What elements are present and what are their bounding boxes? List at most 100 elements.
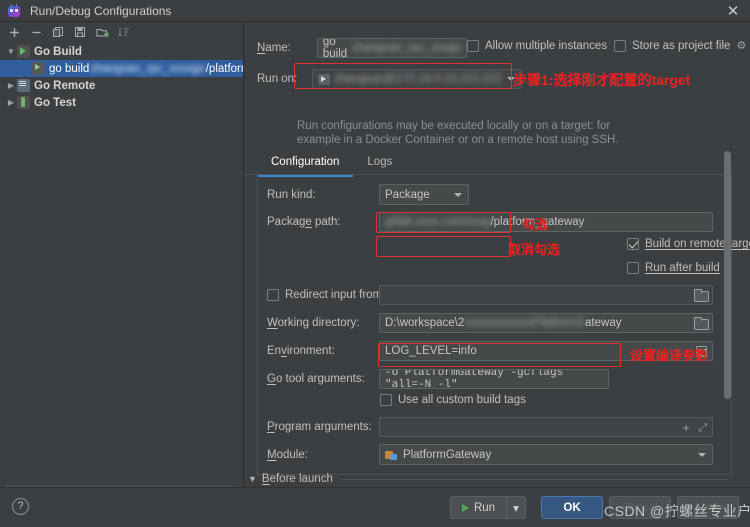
save-configuration-button[interactable] [71, 23, 89, 41]
sidebar-toolbar [0, 22, 244, 42]
browse-folder-icon[interactable] [694, 317, 709, 330]
go-test-icon [17, 96, 30, 109]
allow-multiple-instances-label: Allow multiple instances [485, 40, 608, 52]
chevron-down-icon[interactable] [507, 77, 516, 81]
tree-node-go-test[interactable]: ▶ Go Test [0, 94, 243, 111]
package-path-label: Package path: [267, 216, 341, 228]
run-kind-select[interactable]: Package [379, 184, 469, 205]
redirect-input-field[interactable] [379, 285, 713, 305]
working-directory-value-blurred: xxxxxxxxxxxxPlatformG [464, 317, 586, 329]
use-custom-build-tags-label: Use all custom build tags [398, 394, 526, 406]
expand-editor-icon[interactable]: ⤢ [698, 422, 707, 434]
module-label: Module: [267, 448, 308, 461]
go-tool-arguments-row: Go tool arguments: -o PlatformGateway -g… [267, 369, 730, 389]
store-as-project-file-row[interactable]: Store as project file ⚙ [614, 40, 748, 52]
run-after-build-checkbox[interactable] [627, 262, 639, 274]
build-on-remote-target-row[interactable]: Build on remote target [627, 238, 750, 250]
apply-button[interactable]: Apply [677, 496, 739, 519]
working-directory-input[interactable]: D:\workspace\2 xxxxxxxxxxxxPlatformG ate… [379, 313, 713, 333]
title-bar: Run/Debug Configurations ✕ [0, 0, 750, 22]
edit-environment-icon[interactable] [696, 346, 707, 357]
redirect-input-checkbox[interactable] [267, 289, 279, 301]
tree-node-label: Go Test [34, 96, 76, 109]
go-tool-arguments-label: Go tool arguments: [267, 373, 365, 385]
run-button[interactable]: Run [450, 496, 506, 519]
sort-icon[interactable] [115, 23, 133, 41]
before-launch-section[interactable]: ▼ Before launch [248, 473, 728, 485]
add-configuration-button[interactable] [5, 23, 23, 41]
chevron-down-icon[interactable] [454, 192, 462, 197]
window-title: Run/Debug Configurations [30, 3, 172, 18]
working-directory-label: Working directory: [267, 317, 360, 329]
package-path-value-blurred: gitlab.xxxx.com/xxxg [385, 216, 491, 228]
tree-node-label: Go Build [34, 45, 82, 58]
allow-multiple-instances-row[interactable]: Allow multiple instances [467, 40, 607, 52]
package-path-row: Package path: gitlab.xxxx.com/xxxg /plat… [267, 212, 730, 232]
go-remote-icon [17, 79, 30, 92]
build-on-remote-target-label: Build on remote target [645, 238, 750, 250]
close-icon[interactable]: ✕ [725, 3, 741, 19]
configuration-detail-panel: NName:ame: go build zhangsan_rpc_xxxgo A… [245, 22, 750, 527]
tree-node-label: Go Remote [34, 79, 96, 92]
name-input[interactable]: go build zhangsan_rpc_xxxgo [316, 38, 467, 58]
name-input-value-blurred: zhangsan_rpc_xxxgo [352, 42, 461, 54]
folder-move-icon[interactable] [93, 23, 111, 41]
browse-folder-icon[interactable] [694, 289, 709, 302]
help-button[interactable]: ? [12, 498, 29, 515]
module-value: PlatformGateway [403, 448, 492, 461]
store-as-project-file-checkbox[interactable] [614, 40, 626, 52]
chevron-down-icon[interactable] [698, 452, 706, 457]
environment-input[interactable]: LOG_LEVEL=info [379, 341, 713, 361]
module-icon [385, 449, 398, 461]
copy-configuration-button[interactable] [49, 23, 67, 41]
before-launch-label: Before launch [261, 473, 333, 485]
gear-icon[interactable]: ⚙ [736, 40, 748, 52]
name-label: NName:ame: [257, 42, 291, 54]
remove-configuration-button[interactable] [27, 23, 45, 41]
go-file-icon [32, 62, 45, 75]
build-on-remote-target-checkbox[interactable] [627, 238, 639, 250]
store-as-project-file-label: Store as project file [632, 40, 731, 52]
run-on-hint-line2: example in a Docker Container or on a re… [297, 134, 619, 146]
working-directory-row: Working directory: D:\workspace\2 xxxxxx… [267, 313, 730, 333]
chevron-right-icon[interactable]: ▶ [5, 97, 17, 109]
chevron-down-icon[interactable]: ▼ [248, 474, 257, 484]
run-button-label: Run [473, 501, 496, 514]
allow-multiple-instances-checkbox[interactable] [467, 40, 479, 52]
run-dropdown-button[interactable]: ▾ [506, 496, 526, 519]
use-custom-build-tags-checkbox[interactable] [380, 394, 392, 406]
working-directory-value-tail: ateway [585, 317, 622, 329]
run-kind-value: Package [385, 188, 430, 201]
cancel-button[interactable]: Cancel [609, 496, 671, 519]
tree-node-go-build[interactable]: ▼ Go Build [0, 43, 243, 60]
run-debug-configurations-dialog: Run/Debug Configurations ✕ ▼ Go Build go… [0, 0, 750, 527]
tree-node-label-tail: /platform_gatewa [205, 62, 243, 75]
program-arguments-row: Program arguments: + ⤢ [267, 417, 730, 437]
add-argument-icon[interactable]: + [682, 421, 690, 434]
package-path-input[interactable]: gitlab.xxxx.com/xxxg /platform_gateway [379, 212, 713, 232]
run-on-select[interactable]: zhangsan@172.16.0.10.222.222 [312, 69, 523, 89]
program-arguments-label: Program arguments: [267, 421, 372, 433]
go-tool-arguments-value: -o PlatformGateway -gcflags "all=-N -l" [385, 369, 564, 389]
tree-node-go-build-platform-gateway[interactable]: go build zhangsan_rpc_xxxxgo /platform_g… [0, 60, 243, 77]
ok-button[interactable]: OK [541, 496, 603, 519]
tree-node-go-remote[interactable]: ▶ Go Remote [0, 77, 243, 94]
run-after-build-row[interactable]: Run after build [627, 262, 720, 274]
working-directory-value: D:\workspace\2 [385, 317, 465, 329]
configurations-tree[interactable]: ▼ Go Build go build zhangsan_rpc_xxxxgo … [0, 43, 243, 481]
environment-row: Environment: LOG_LEVEL=info [267, 341, 730, 361]
dialog-button-bar: ? Run ▾ OK Cancel Apply [0, 487, 750, 527]
redirect-input-label: Redirect input from: [285, 289, 386, 301]
chevron-right-icon[interactable]: ▶ [5, 80, 17, 92]
environment-label: Environment: [267, 345, 335, 357]
use-custom-build-tags-row[interactable]: Use all custom build tags [380, 394, 526, 406]
go-tool-arguments-input[interactable]: -o PlatformGateway -gcflags "all=-N -l" [379, 369, 609, 389]
configurations-sidebar: ▼ Go Build go build zhangsan_rpc_xxxxgo … [0, 22, 244, 527]
chevron-down-icon[interactable]: ▼ [5, 46, 17, 58]
package-path-value: /platform_gateway [490, 216, 585, 228]
tree-node-label: go build [49, 62, 90, 75]
run-kind-row: Run kind: Package [267, 184, 469, 205]
form-vertical-scrollbar[interactable] [724, 151, 731, 399]
module-select[interactable]: PlatformGateway [379, 444, 713, 465]
program-arguments-input[interactable]: + ⤢ [379, 417, 713, 437]
